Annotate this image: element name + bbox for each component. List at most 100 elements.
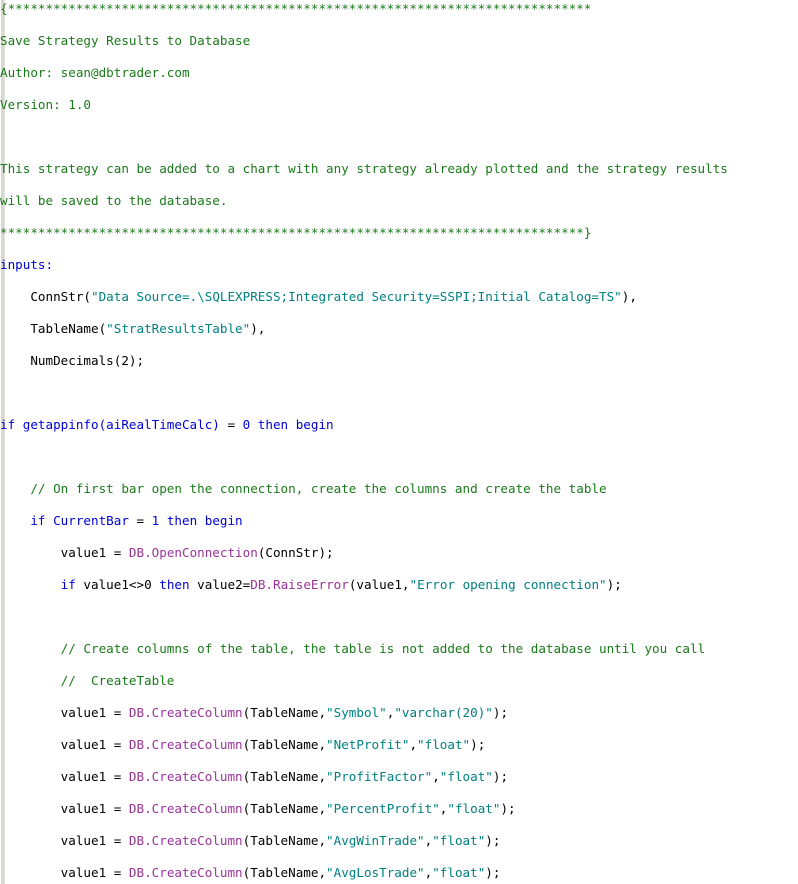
code-token-pln: value1 = [0,769,129,784]
code-line: Author: sean@dbtrader.com [0,65,798,81]
code-token-fn: DB.CreateColumn [128,801,243,816]
code-token-str: "varchar(20)" [394,705,493,720]
code-token-str: "float" [439,769,493,784]
code-token-pln: ), [621,289,637,304]
code-token-fn: DB.OpenConnection [128,545,258,560]
code-token-str: "Symbol" [326,705,387,720]
code-token-fn: DB.CreateColumn [128,769,243,784]
code-token-pln: ); [470,737,486,752]
code-token-pln: (TableName, [242,833,327,848]
code-line: Save Strategy Results to Database [0,33,798,49]
code-token-kw: inputs: [0,257,54,272]
code-token-pln: , [409,737,418,752]
code-token-pln: (TableName, [242,737,327,752]
code-line: NumDecimals(2); [0,353,798,369]
code-token-pln: , [432,769,440,784]
code-line: ConnStr("Data Source=.\SQLEXPRESS;Integr… [0,289,798,305]
code-text-area[interactable]: {***************************************… [0,0,798,884]
code-token-fn: DB.CreateColumn [128,737,243,752]
code-token-cmt: Author: sean@dbtrader.com [0,65,190,80]
code-token-fn: DB.CreateColumn [128,705,243,720]
code-token-cmt: // Create columns of the table, the tabl… [0,641,706,656]
code-token-cmt: Version: 1.0 [0,97,91,112]
code-token-fn: DB.CreateColumn [128,865,243,880]
code-line: value1 = DB.CreateColumn(TableName,"Symb… [0,705,798,721]
code-token-pln: value1 = [0,705,129,720]
code-token-pln: value2= [189,577,251,592]
code-token-cmt: // CreateTable [0,673,175,688]
code-line: value1 = DB.CreateColumn(TableName,"AvgW… [0,833,798,849]
code-line: This strategy can be added to a chart wi… [0,161,798,177]
code-token-pln: ); [606,577,622,592]
code-line: if getappinfo(aiRealTimeCalc) = 0 then b… [0,417,798,433]
code-token-str: "float" [432,833,486,848]
code-token-kw: 1 then begin [151,513,243,528]
code-line: value1 = DB.CreateColumn(TableName,"Perc… [0,801,798,817]
code-token-kw: then [159,577,190,592]
code-token-str: "float" [417,737,471,752]
code-line: will be saved to the database. [0,193,798,209]
code-token-cmt: // On first bar open the connection, cre… [0,481,607,496]
code-token-pln: = [219,417,243,432]
code-token-pln: value1 = [0,545,129,560]
code-token-pln: value1 = [0,833,129,848]
code-line: inputs: [0,257,798,273]
code-token-kw: 0 then begin [242,417,334,432]
code-token-cmt: This strategy can be added to a chart wi… [0,161,728,176]
code-token-pln: ), [250,321,266,336]
code-line: // Create columns of the table, the tabl… [0,641,798,657]
code-token-pln: ); [500,801,516,816]
code-token-fn: DB.CreateColumn [128,833,243,848]
code-token-cmt: {***************************************… [0,1,592,16]
code-token-pln: (TableName, [242,801,327,816]
code-token-kw: if getappinfo(aiRealTimeCalc) [0,417,220,432]
code-token-pln: (TableName, [242,705,327,720]
code-token-pln: ); [485,865,501,880]
code-token-str: "Error opening connection" [409,577,607,592]
code-line: // CreateTable [0,673,798,689]
code-token-kw: if CurrentBar [0,513,129,528]
code-line: Version: 1.0 [0,97,798,113]
code-line: if value1<>0 then value2=DB.RaiseError(v… [0,577,798,593]
code-token-str: "Data Source=.\SQLEXPRESS;Integrated Sec… [91,289,622,304]
code-token-str: "AvgWinTrade" [326,833,425,848]
code-token-pln: value1 = [0,801,129,816]
code-line: {***************************************… [0,1,798,17]
code-line: value1 = DB.OpenConnection(ConnStr); [0,545,798,561]
code-token-pln: = [128,513,152,528]
code-token-pln: value1 = [0,737,129,752]
code-token-pln: ); [485,833,501,848]
code-token-fn: DB.RaiseError [250,577,349,592]
code-line: value1 = DB.CreateColumn(TableName,"Prof… [0,769,798,785]
code-editor-window[interactable]: {***************************************… [0,0,798,884]
code-token-pln: (ConnStr); [257,545,334,560]
code-token-str: "AvgLosTrade" [326,865,425,880]
code-token-pln: ConnStr( [0,289,91,304]
code-token-str: "NetProfit" [326,737,410,752]
code-token-pln: value1<>0 [75,577,160,592]
code-token-pln: value1 = [0,865,129,880]
code-token-cmt: Save Strategy Results to Database [0,33,251,48]
code-token-kw: if [0,577,76,592]
code-token-cmt: will be saved to the database. [0,193,228,208]
code-line: TableName("StratResultsTable"), [0,321,798,337]
code-token-str: "StratResultsTable" [106,321,251,336]
code-token-cmt: ****************************************… [0,225,592,240]
code-line: value1 = DB.CreateColumn(TableName,"NetP… [0,737,798,753]
code-token-pln: ); [492,705,509,720]
code-line: // On first bar open the connection, cre… [0,481,798,497]
code-token-pln: TableName( [0,321,107,336]
code-token-str: "ProfitFactor" [326,769,433,784]
code-token-pln: ); [492,769,509,784]
code-token-str: "float" [447,801,501,816]
code-token-pln: NumDecimals(2); [0,353,145,368]
code-line: value1 = DB.CreateColumn(TableName,"AvgL… [0,865,798,881]
code-line: if CurrentBar = 1 then begin [0,513,798,529]
code-token-str: "PercentProfit" [326,801,440,816]
code-line: ****************************************… [0,225,798,241]
code-token-pln: (TableName, [242,865,327,880]
